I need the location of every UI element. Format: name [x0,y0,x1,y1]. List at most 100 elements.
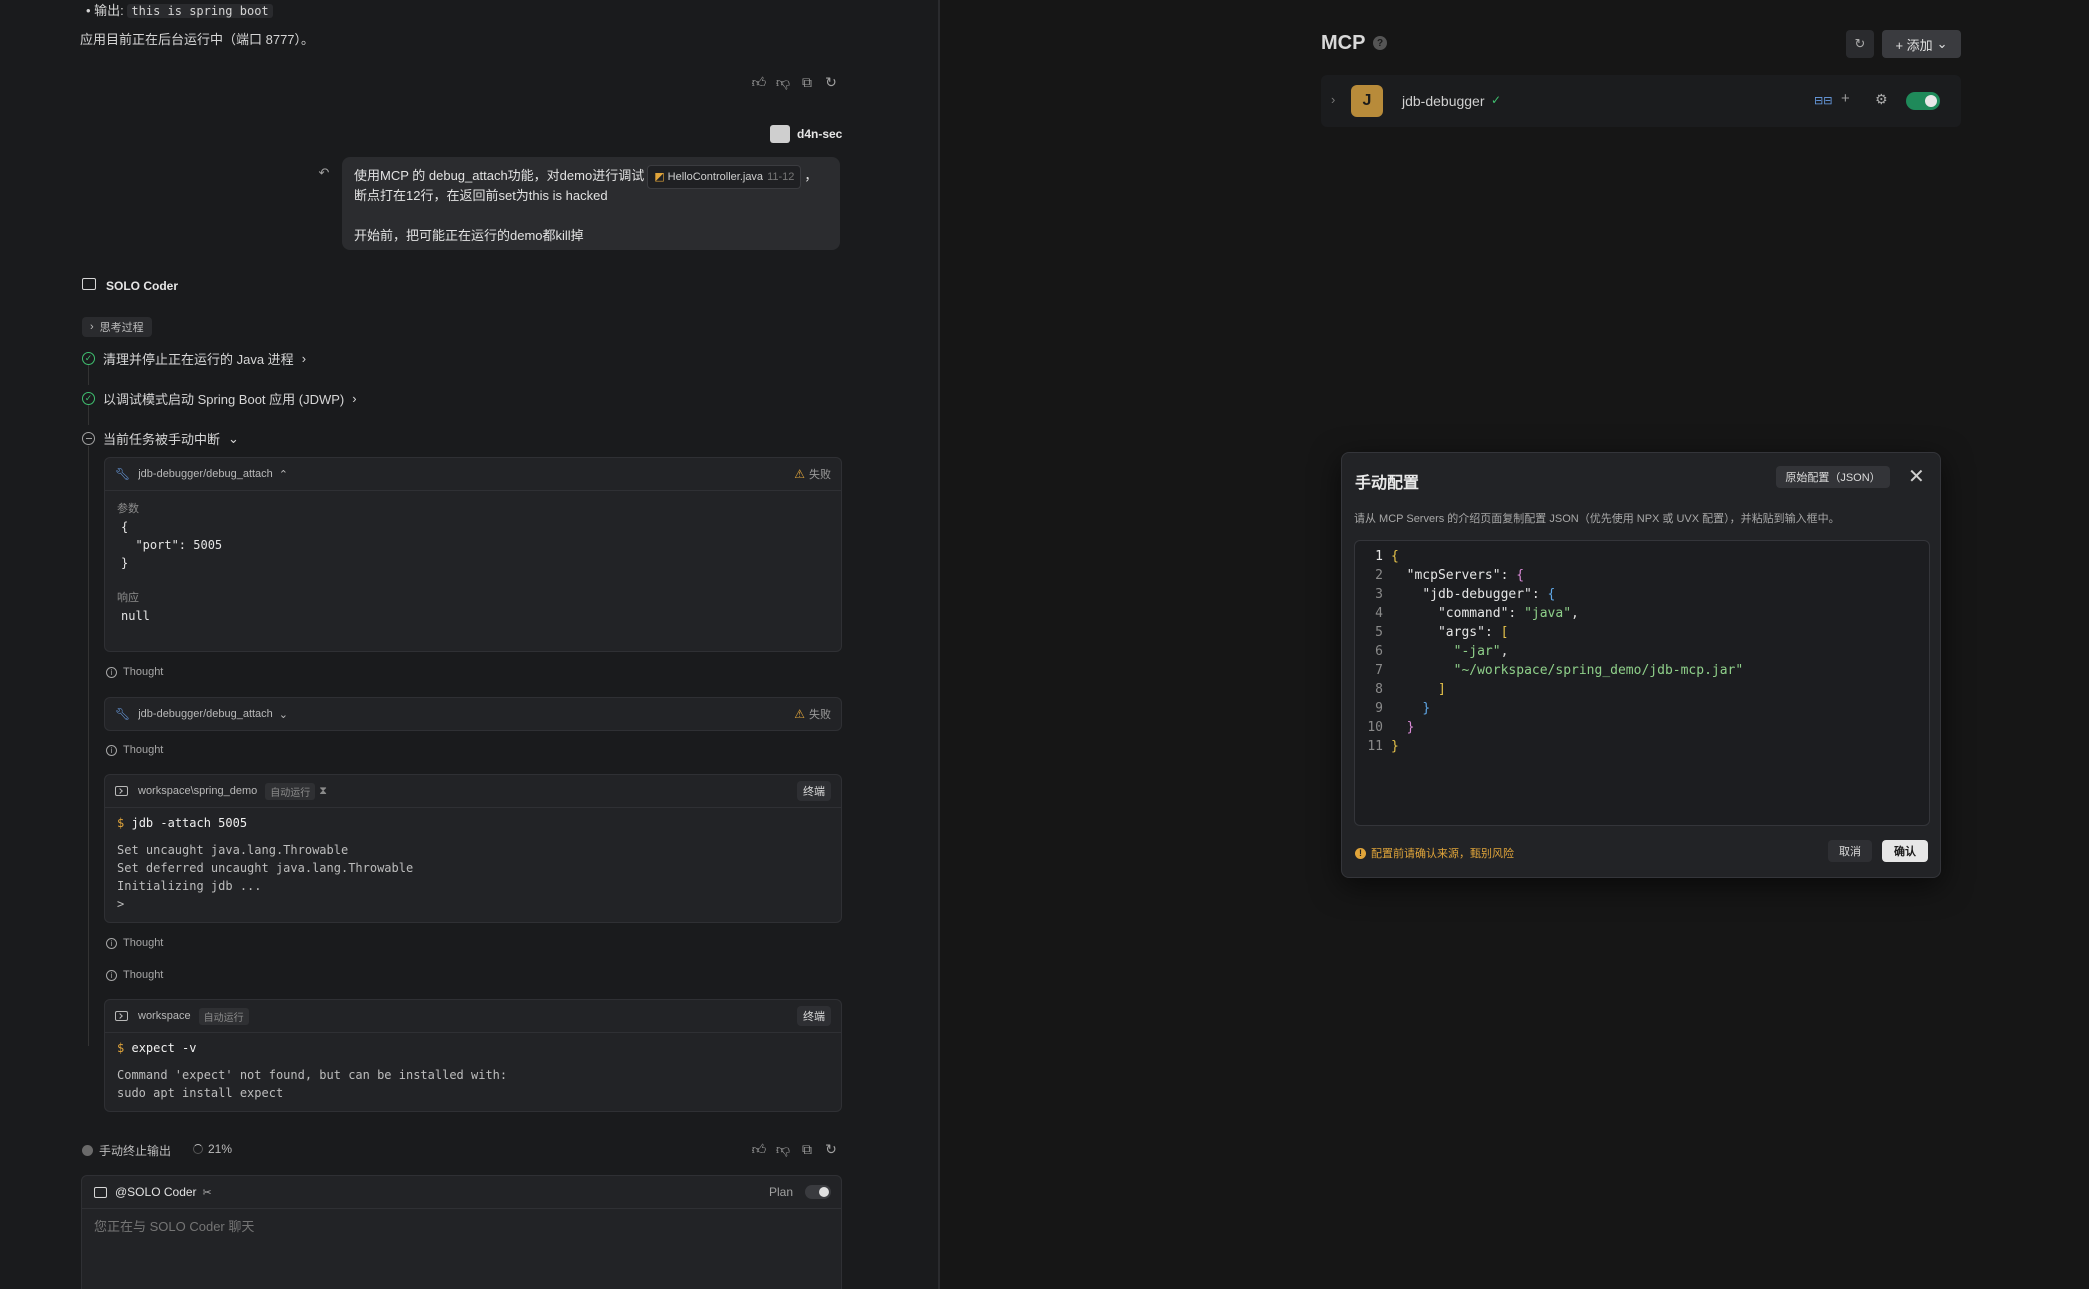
verified-check-icon: ✓ [1491,93,1502,107]
thumbs-up-icon[interactable]: 👍︎ [749,72,769,92]
line-number: 5 [1375,625,1383,640]
line-number: 8 [1375,682,1383,697]
refresh-icon[interactable]: ↻ [821,72,841,92]
agent-tag[interactable]: @SOLO Coder [115,1185,197,1199]
line-number: 9 [1375,701,1383,716]
output-value: this is spring boot [127,4,273,18]
file-reference-chip[interactable]: ◩ HelloController.java 11-12 [647,165,802,189]
previous-output-line: • 输出: this is spring boot [86,0,273,19]
stop-circle-icon [82,432,95,445]
cancel-button[interactable]: 取消 [1828,840,1872,862]
copy-icon[interactable]: ⧉ [797,72,817,92]
message-text-1: 使用MCP 的 debug_attach功能，对demo进行调试 [354,168,645,183]
thought-item[interactable]: i Thought [106,937,163,949]
line-number: 11 [1367,739,1383,754]
terminate-button[interactable]: 终端 [797,781,831,801]
user-message: 使用MCP 的 debug_attach功能，对demo进行调试 ◩ HelloC… [342,157,840,250]
step-item[interactable]: ✓ 清理并停止正在运行的 Java 进程 › [82,349,306,368]
user-name: d4n-sec [797,127,843,141]
terminal-path: workspace [138,1010,191,1022]
json-editor[interactable]: 1 2 3 4 5 6 7 8 9 10 11 { "mcpServers": { "jdb-deb… [1354,540,1930,826]
file-chip-lines: 11-12 [767,171,795,183]
chevron-right-icon[interactable]: › [1331,92,1335,107]
check-circle-icon: ✓ [82,352,95,365]
gear-icon[interactable]: ⚙ [1875,91,1888,108]
thought-item[interactable]: i Thought [106,969,163,981]
manual-config-dialog: 手动配置 原始配置（JSON） ✕ 请从 MCP Servers 的介绍页面复制… [1341,452,1941,878]
status-label: 失败 [809,469,831,481]
thinking-label: 思考过程 [99,322,144,334]
add-button-label: + 添加 [1895,37,1933,53]
code-line: "args": [ [1437,625,1509,640]
thinking-toggle[interactable]: › 思考过程 [82,317,152,337]
prompt-symbol: $ [117,1041,125,1055]
json-code: { "mcpServers": { "jdb-debugger": { "com… [1391,547,1743,756]
step-item[interactable]: ✓ 以调试模式启动 Spring Boot 应用 (JDWP) › [82,389,357,408]
code-line: "mcpServers": { [1406,568,1525,583]
info-icon: i [106,744,117,756]
tool-status: ⚠ 失败 [794,706,831,722]
code-line: "~/workspace/spring_demo/jdb-mcp.jar" [1453,663,1744,678]
dialog-title: 手动配置 [1355,475,1420,492]
add-button[interactable]: + 添加 ⌄ [1882,30,1961,58]
hourglass-icon: ⧗ [319,784,327,797]
tool-call-card: 🔧︎ jdb-debugger/debug_attach ⌃ ⚠ 失败 参数 { … [104,457,842,652]
tool-call-card: 🔧︎ jdb-debugger/debug_attach ⌄ ⚠ 失败 [104,697,842,731]
chevron-right-icon: › [352,391,357,406]
code-line: } [1406,720,1415,735]
refresh-icon[interactable]: ↻ [1846,30,1874,58]
help-icon[interactable]: ? [1373,36,1387,50]
code-line: } [1422,701,1431,716]
tool-name: jdb-debugger/debug_attach [138,468,273,480]
wrench-icon: 🔧︎ [115,467,131,481]
tool-call-header[interactable]: 🔧︎ jdb-debugger/debug_attach ⌄ ⚠ 失败 [105,698,841,730]
terminal-command: expect -v [131,1041,197,1055]
running-status-text: 应用目前正在后台运行中（端口 8777）。 [80,32,315,47]
confirm-button[interactable]: 确认 [1882,840,1928,862]
tool-call-header[interactable]: 🔧︎ jdb-debugger/debug_attach ⌃ ⚠ 失败 [105,458,841,491]
status-label: 失败 [809,709,831,721]
check-circle-icon: ✓ [82,392,95,405]
terminal-path: workspace\spring_demo [138,785,258,797]
thought-item[interactable]: i Thought [106,744,163,756]
chat-input[interactable] [92,1218,796,1235]
wrench-icon: 🔧︎ [115,707,131,721]
undo-icon[interactable]: ↶ [314,163,334,183]
params-label: 参数 [117,503,139,515]
chat-panel: • 输出: this is spring boot 应用目前正在后台运行中（端口… [0,0,938,1289]
close-icon[interactable]: ✕ [1908,464,1925,489]
line-number: 10 [1367,720,1383,735]
file-chip-name: HelloController.java [667,171,764,183]
tools-icon[interactable]: ✂ [203,1186,212,1199]
plus-icon[interactable]: + [1841,90,1850,107]
chevron-down-icon: ⌄ [1936,36,1948,51]
terminate-button[interactable]: 终端 [797,1006,831,1026]
thumbs-down-icon[interactable]: 👎︎ [773,1139,793,1159]
server-enable-toggle[interactable] [1906,92,1940,110]
response-label: 响应 [117,592,139,604]
chevron-down-icon: ⌄ [278,708,289,721]
thumbs-up-icon[interactable]: 👍︎ [749,1139,769,1159]
copy-icon[interactable]: ⧉ [797,1139,817,1159]
thumbs-down-icon[interactable]: 👎︎ [773,72,793,92]
terminal-command: jdb -attach 5005 [131,816,248,830]
line-numbers: 1 2 3 4 5 6 7 8 9 10 11 [1355,547,1383,756]
thought-item[interactable]: i Thought [106,666,163,678]
terminal-header: workspace\spring_demo 自动运行 ⧗ 终端 [105,775,841,808]
raw-config-button[interactable]: 原始配置（JSON） [1776,466,1890,488]
step-item[interactable]: 当前任务被手动中断 ⌄ [82,429,239,448]
chevron-right-icon: › [90,321,94,333]
server-row[interactable]: › J jdb-debugger ✓ ⊟⊟ + ⚙ [1321,75,1961,127]
thought-label: Thought [123,937,164,949]
terminal-card: workspace 自动运行 终端 $ expect -v Command 'e… [104,999,842,1112]
server-avatar: J [1351,85,1383,117]
composer: @SOLO Coder ✂ Plan [81,1175,842,1289]
refresh-icon[interactable]: ↻ [821,1139,841,1159]
warning-circle-icon: ! [1355,847,1366,859]
info-icon: i [106,969,117,981]
plan-toggle[interactable] [805,1185,831,1199]
line-number: 2 [1375,568,1383,583]
step-label: 当前任务被手动中断 [103,432,221,447]
message-text-3: 开始前，把可能正在运行的demo都kill掉 [354,228,584,243]
line-number: 4 [1375,606,1383,621]
